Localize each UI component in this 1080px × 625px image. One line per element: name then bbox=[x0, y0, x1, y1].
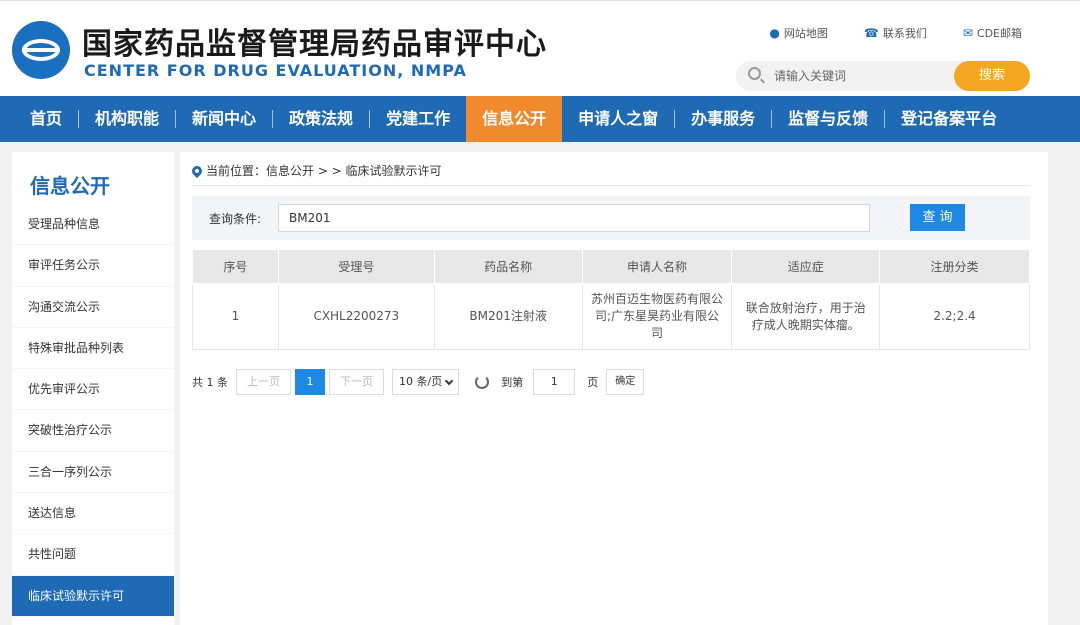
col-header-category: 注册分类 bbox=[879, 249, 1030, 284]
nav-functions[interactable]: 机构职能 bbox=[79, 96, 175, 142]
cell-applicant: 苏州百迈生物医药有限公司;广东星昊药业有限公司 bbox=[581, 283, 733, 350]
sidebar-item-three-in-one[interactable]: 三合一序列公示 bbox=[12, 452, 174, 494]
nav-news[interactable]: 新闻中心 bbox=[176, 96, 272, 142]
prev-page-button[interactable]: 上一页 bbox=[236, 369, 291, 395]
site-title-en: CENTER FOR DRUG EVALUATION, NMPA bbox=[84, 61, 467, 80]
table-header-row: 序号 受理号 药品名称 申请人名称 适应症 注册分类 bbox=[192, 249, 1030, 284]
nav-services[interactable]: 办事服务 bbox=[675, 96, 771, 142]
mail-icon: ✉ bbox=[962, 26, 973, 40]
breadcrumb: 当前位置：信息公开 > > 临床试验默示许可 bbox=[189, 162, 442, 179]
search-icon bbox=[748, 67, 761, 80]
sidebar-item-review-tasks[interactable]: 审评任务公示 bbox=[12, 245, 174, 287]
phone-icon: ☎ bbox=[863, 26, 879, 40]
cell-indication: 联合放射治疗，用于治疗成人晚期实体瘤。 bbox=[731, 283, 881, 350]
cell-category: 2.2;2.4 bbox=[879, 283, 1030, 350]
map-pin-icon: ● bbox=[769, 26, 780, 40]
next-page-button[interactable]: 下一页 bbox=[329, 369, 384, 395]
sidebar: 信息公开 受理品种信息 审评任务公示 沟通交流公示 特殊审批品种列表 优先审评公… bbox=[12, 152, 174, 625]
sidebar-item-accepted[interactable]: 受理品种信息 bbox=[12, 204, 174, 246]
contact-link[interactable]: ☎ 联系我们 bbox=[864, 25, 927, 41]
sidebar-item-delivery[interactable]: 送达信息 bbox=[12, 493, 174, 535]
nav-party[interactable]: 党建工作 bbox=[370, 96, 466, 142]
breadcrumb-divider bbox=[192, 185, 1030, 186]
goto-page-input[interactable]: 1 bbox=[533, 369, 576, 395]
search-input[interactable] bbox=[774, 67, 944, 85]
sitemap-label: 网站地图 bbox=[783, 27, 828, 40]
query-bar: 查询条件: 查 询 bbox=[192, 196, 1030, 240]
mail-link[interactable]: ✉ CDE邮箱 bbox=[963, 25, 1022, 41]
sidebar-item-common-issues[interactable]: 共性问题 bbox=[12, 534, 174, 576]
pager-total: 共 1 条 bbox=[192, 376, 228, 389]
main-nav: 首页 机构职能 新闻中心 政策法规 党建工作 信息公开 申请人之窗 办事服务 监… bbox=[0, 96, 1080, 142]
sidebar-title: 信息公开 bbox=[30, 174, 110, 198]
page-unit-label: 页 bbox=[587, 376, 599, 389]
results-table: 序号 受理号 药品名称 申请人名称 适应症 注册分类 1 CXHL2200273… bbox=[192, 249, 1030, 350]
refresh-icon[interactable] bbox=[475, 375, 490, 389]
site-title-cn: 国家药品监督管理局药品审评中心 bbox=[82, 27, 547, 62]
sidebar-item-special-approval[interactable]: 特殊审批品种列表 bbox=[12, 328, 174, 370]
page-size-select[interactable]: 10 条/页 bbox=[392, 369, 460, 395]
site-search: 搜索 bbox=[736, 61, 1030, 91]
site-header: 国家药品监督管理局药品审评中心 CENTER FOR DRUG EVALUATI… bbox=[0, 0, 1080, 96]
page-size-value: 10 条/页 bbox=[399, 375, 443, 388]
breadcrumb-text: 当前位置：信息公开 > > 临床试验默示许可 bbox=[206, 164, 442, 178]
main-content: 当前位置：信息公开 > > 临床试验默示许可 查询条件: 查 询 序号 受理号 … bbox=[180, 152, 1048, 625]
cell-drug-name: BM201注射液 bbox=[433, 283, 583, 350]
cell-index: 1 bbox=[192, 283, 279, 350]
logo-bar bbox=[22, 48, 60, 52]
search-button[interactable]: 搜索 bbox=[954, 61, 1030, 91]
col-header-indication: 适应症 bbox=[731, 249, 881, 284]
nav-supervision[interactable]: 监督与反馈 bbox=[772, 96, 884, 142]
nav-policy[interactable]: 政策法规 bbox=[273, 96, 369, 142]
col-header-acceptance-no: 受理号 bbox=[277, 249, 435, 284]
sidebar-item-clinical-trial[interactable]: 临床试验默示许可 bbox=[12, 575, 174, 617]
cell-acceptance-no: CXHL2200273 bbox=[277, 283, 435, 350]
mail-label: CDE邮箱 bbox=[976, 27, 1022, 40]
contact-label: 联系我们 bbox=[882, 27, 927, 40]
pagination: 共 1 条 上一页 1 下一页 10 条/页 到第 1 页 确定 bbox=[192, 369, 645, 395]
nav-home[interactable]: 首页 bbox=[14, 96, 78, 142]
nav-registration[interactable]: 登记备案平台 bbox=[885, 96, 1013, 142]
goto-label: 到第 bbox=[501, 376, 524, 389]
goto-confirm-button[interactable]: 确定 bbox=[606, 369, 645, 395]
query-label: 查询条件: bbox=[209, 212, 262, 226]
sidebar-item-priority[interactable]: 优先审评公示 bbox=[12, 369, 174, 411]
col-header-index: 序号 bbox=[192, 249, 279, 284]
query-input[interactable] bbox=[278, 204, 870, 232]
top-links: ● 网站地图 ☎ 联系我们 ✉ CDE邮箱 bbox=[769, 25, 1022, 41]
sitemap-link[interactable]: ● 网站地图 bbox=[769, 25, 827, 41]
query-button[interactable]: 查 询 bbox=[910, 204, 965, 231]
current-page-button[interactable]: 1 bbox=[295, 369, 325, 395]
chevron-down-icon bbox=[444, 376, 454, 385]
sidebar-item-breakthrough[interactable]: 突破性治疗公示 bbox=[12, 410, 174, 452]
col-header-applicant: 申请人名称 bbox=[581, 249, 733, 284]
col-header-drug-name: 药品名称 bbox=[433, 249, 583, 284]
location-pin-icon bbox=[189, 163, 205, 178]
nav-applicant[interactable]: 申请人之窗 bbox=[562, 96, 674, 142]
table-row[interactable]: 1 CXHL2200273 BM201注射液 苏州百迈生物医药有限公司;广东星昊… bbox=[192, 283, 1030, 350]
sidebar-list: 受理品种信息 审评任务公示 沟通交流公示 特殊审批品种列表 优先审评公示 突破性… bbox=[12, 204, 174, 617]
cde-logo[interactable] bbox=[12, 21, 70, 79]
nav-info-disclosure[interactable]: 信息公开 bbox=[466, 96, 563, 142]
sidebar-item-communication[interactable]: 沟通交流公示 bbox=[12, 287, 174, 328]
